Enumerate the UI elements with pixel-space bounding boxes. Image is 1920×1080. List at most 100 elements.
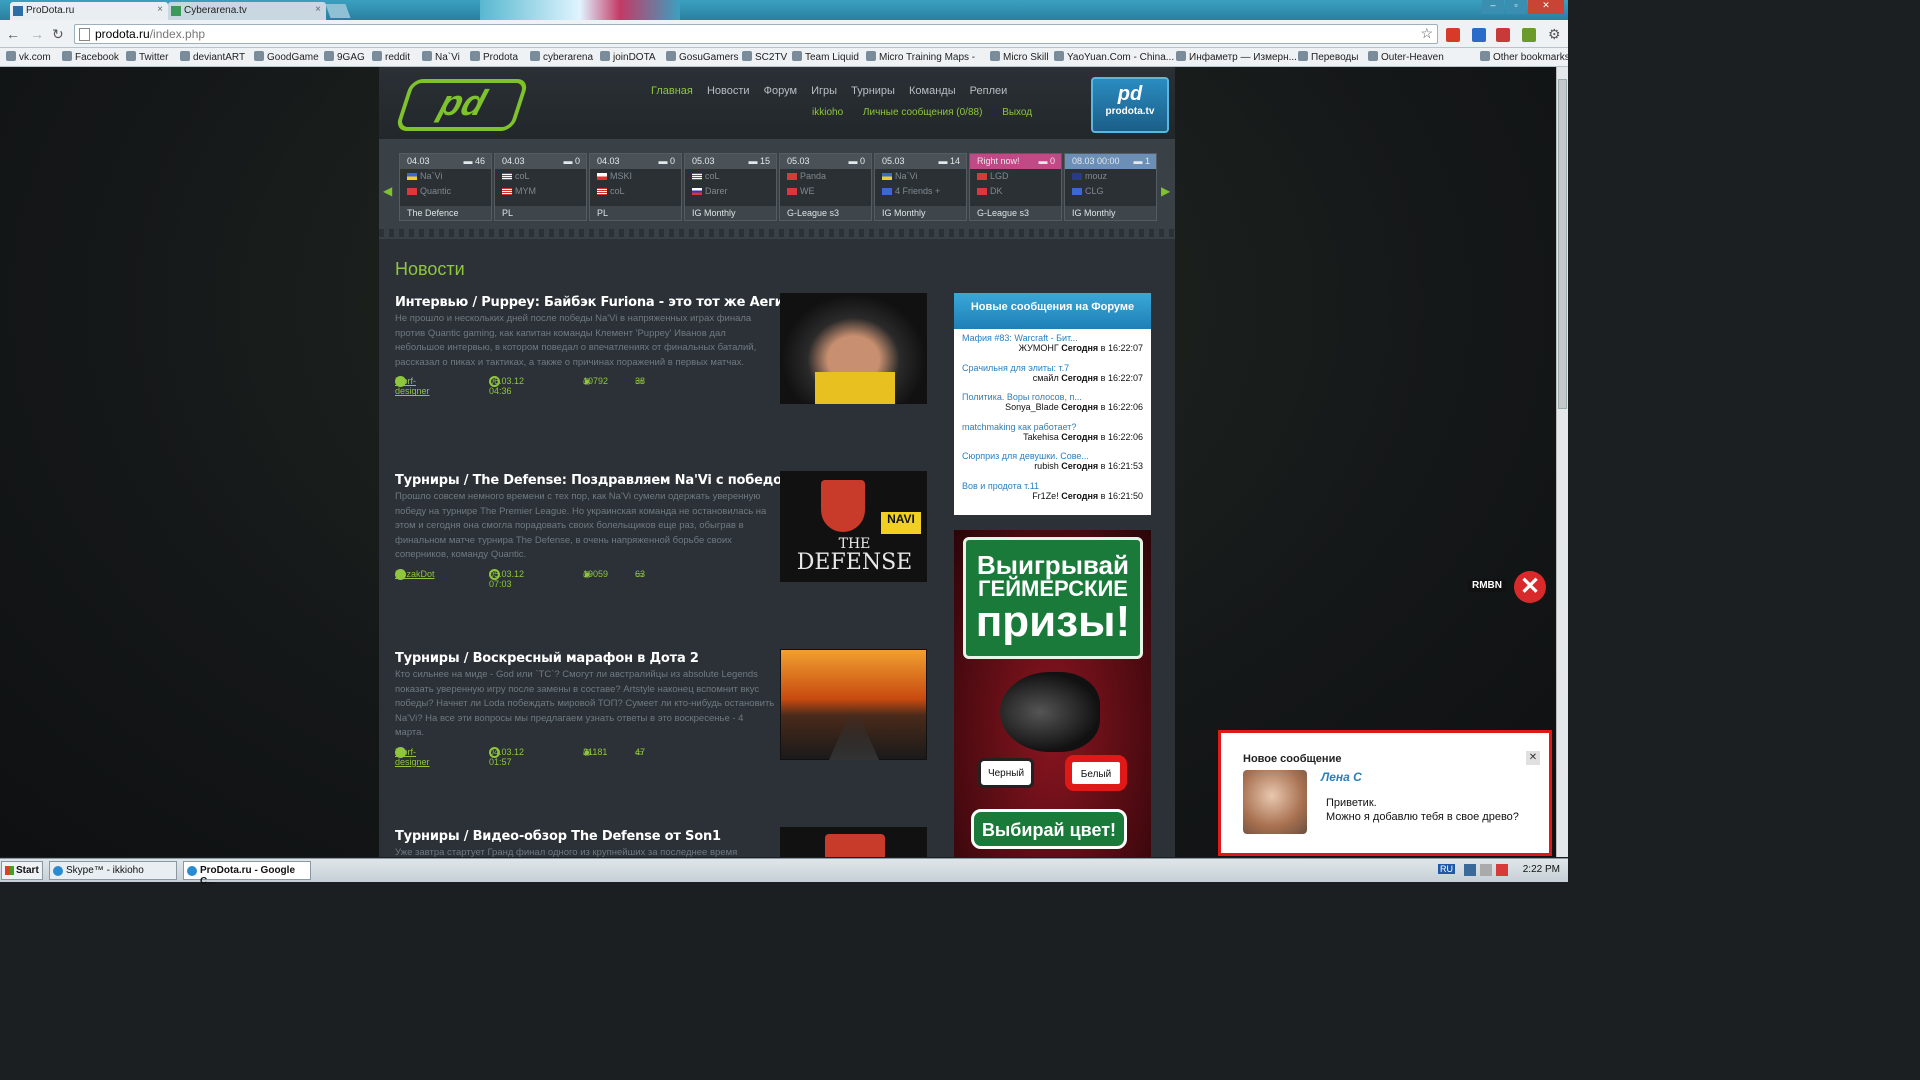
other-bookmarks[interactable]: Other bookmarks <box>1480 51 1568 63</box>
taskbar-item-chrome[interactable]: ProDota.ru - Google C... <box>183 861 311 887</box>
prodota-tv-logo[interactable]: pd prodota.tv <box>1091 77 1169 133</box>
match-header: 05.03 ▬ 14 <box>875 154 966 169</box>
match-card[interactable]: 05.03 ▬ 14 Na`Vi 4 Friends + IG Monthly <box>874 153 967 221</box>
address-bar[interactable]: prodota.ru/index.php ☆ <box>74 24 1438 44</box>
ticker-right-arrow-icon[interactable]: ▶ <box>1161 184 1170 198</box>
bookmark-item[interactable]: YaoYuan.Com - China... <box>1054 51 1174 63</box>
forward-arrow-icon[interactable]: → <box>30 26 44 42</box>
start-button[interactable]: Start <box>1 861 43 880</box>
bookmark-item[interactable]: 9GAG <box>324 51 365 63</box>
rmbn-close-icon[interactable]: ✕ <box>1514 571 1546 603</box>
article-thumbnail-video[interactable] <box>780 827 927 857</box>
tab-prodota[interactable]: ProDota.ru × <box>10 2 168 20</box>
tray-volume-icon[interactable] <box>1480 864 1492 876</box>
wrench-menu-icon[interactable]: ⚙ <box>1548 26 1561 43</box>
site-logo[interactable]: pd <box>394 79 530 131</box>
language-indicator[interactable]: RU <box>1438 864 1455 874</box>
flag-icon <box>407 188 417 195</box>
taskbar-item-skype[interactable]: Skype™ - ikkioho <box>49 861 177 880</box>
nav-forum[interactable]: Форум <box>764 85 797 97</box>
match-event: IG Monthly <box>1065 206 1156 220</box>
bookmark-item[interactable]: Инфаметр — Измерн... <box>1176 51 1297 63</box>
bookmark-item[interactable]: Team Liquid <box>792 51 859 63</box>
nav-news[interactable]: Новости <box>707 85 750 97</box>
article-thumbnail-runner[interactable] <box>780 649 927 760</box>
forum-post-row: Политика. Воры голосов, п... Sonya_Blade… <box>954 388 1151 418</box>
forum-topic-link[interactable]: Вов и продота т.11 <box>962 477 1143 491</box>
nav-home[interactable]: Главная <box>651 85 693 97</box>
reload-icon[interactable]: ↻ <box>52 26 64 43</box>
match-card[interactable]: Right now! ▬ 0 LGD DK G-League s3 <box>969 153 1062 221</box>
username-link[interactable]: ikkioho <box>812 107 843 118</box>
bookmark-item[interactable]: Micro Training Maps - <box>866 51 975 63</box>
razer-ad-banner[interactable]: Выигрывай ГЕЙМЕРСКИЕ призы! Черный Белый… <box>954 530 1151 857</box>
tray-steam-icon[interactable] <box>1464 864 1476 876</box>
match-card[interactable]: 04.03 ▬ 0 MSKI coL PL <box>589 153 682 221</box>
forum-topic-link[interactable]: matchmaking как работает? <box>962 418 1143 432</box>
match-date: 04.03 <box>502 156 525 166</box>
bookmark-item[interactable]: deviantART <box>180 51 245 63</box>
extension-green-icon[interactable] <box>1522 28 1536 42</box>
private-messages-link[interactable]: Личные сообщения (0/88) <box>863 107 982 118</box>
extension-red-icon[interactable] <box>1446 28 1460 42</box>
match-card[interactable]: 08.03 00:00 ▬ 1 mouz CLG IG Monthly <box>1064 153 1157 221</box>
forum-topic-link[interactable]: Сюрприз для девушки. Сове... <box>962 447 1143 461</box>
new-tab-button[interactable] <box>325 4 351 18</box>
forum-topic-link[interactable]: Мафия #83: Warcraft - Бит... <box>962 329 1143 343</box>
new-message-popup[interactable]: Новое сообщение ✕ Лена С Приветик. Можно… <box>1218 730 1552 856</box>
logout-link[interactable]: Выход <box>1002 107 1032 118</box>
bookmark-item[interactable]: Twitter <box>126 51 168 63</box>
nav-replays[interactable]: Реплеи <box>970 85 1008 97</box>
rmbn-widget[interactable]: RMBN ✕ <box>1468 571 1548 603</box>
bookmark-item[interactable]: Micro Skill <box>990 51 1049 63</box>
bookmark-item[interactable]: reddit <box>372 51 410 63</box>
bookmark-item[interactable]: GoodGame <box>254 51 319 63</box>
bookmark-item[interactable]: vk.com <box>6 51 51 63</box>
bookmark-item[interactable]: cyberarena <box>530 51 593 63</box>
color-option-white[interactable]: Белый <box>1068 758 1124 788</box>
back-arrow-icon[interactable]: ← <box>6 26 20 42</box>
article-comments[interactable]: 38 <box>635 376 645 386</box>
maximize-button[interactable]: ▫ <box>1505 0 1527 14</box>
page-scrollbar[interactable] <box>1556 67 1568 857</box>
tab-close-icon[interactable]: × <box>157 4 163 15</box>
article-comments[interactable]: 47 <box>635 747 645 757</box>
scrollbar-thumb[interactable] <box>1558 79 1567 409</box>
bookmark-item[interactable]: Facebook <box>62 51 119 63</box>
match-card[interactable]: 05.03 ▬ 15 coL Darer IG Monthly <box>684 153 777 221</box>
bookmark-item[interactable]: Na`Vi <box>422 51 460 63</box>
bookmark-item[interactable]: GosuGamers <box>666 51 738 63</box>
article-author[interactable]: RezakDot <box>395 569 435 579</box>
tab-cyberarena[interactable]: Cyberarena.tv × <box>168 2 326 20</box>
gmail-icon[interactable] <box>1496 28 1510 42</box>
ticker-left-arrow-icon[interactable]: ◀ <box>383 184 392 198</box>
tray-antivirus-icon[interactable] <box>1496 864 1508 876</box>
color-option-black[interactable]: Черный <box>978 758 1034 788</box>
tab-close-icon[interactable]: × <box>315 4 321 15</box>
minimize-button[interactable]: – <box>1482 0 1504 14</box>
article-author[interactable]: Morf-designer <box>395 376 430 396</box>
bookmark-item[interactable]: Prodota <box>470 51 518 63</box>
nav-games[interactable]: Игры <box>811 85 837 97</box>
bookmark-item[interactable]: SC2TV <box>742 51 787 63</box>
article-comments[interactable]: 63 <box>635 569 645 579</box>
article-author[interactable]: Morf-designer <box>395 747 430 767</box>
bookmark-item[interactable]: Outer-Heaven <box>1368 51 1444 63</box>
article-thumbnail-defense[interactable]: NAVI THE DEFENSE <box>780 471 927 582</box>
bookmark-item[interactable]: Переводы <box>1298 51 1358 63</box>
forum-topic-link[interactable]: Политика. Воры голосов, п... <box>962 388 1143 402</box>
nav-tournaments[interactable]: Турниры <box>851 85 895 97</box>
nav-teams[interactable]: Команды <box>909 85 956 97</box>
bookmark-item[interactable]: joinDOTA <box>600 51 656 63</box>
sender-name[interactable]: Лена С <box>1321 770 1362 784</box>
popup-close-icon[interactable]: ✕ <box>1526 751 1540 765</box>
close-window-button[interactable]: ✕ <box>1528 0 1564 14</box>
article-thumbnail-puppey[interactable] <box>780 293 927 404</box>
match-card[interactable]: 04.03 ▬ 0 coL MYM PL <box>494 153 587 221</box>
ad-cta-button[interactable]: Выбирай цвет! <box>971 809 1127 849</box>
bookmark-star-icon[interactable]: ☆ <box>1420 25 1433 42</box>
forum-topic-link[interactable]: Срачильня для элиты: т.7 <box>962 359 1143 373</box>
extension-blue-icon[interactable] <box>1472 28 1486 42</box>
match-card[interactable]: 05.03 ▬ 0 Panda WE G-League s3 <box>779 153 872 221</box>
match-card[interactable]: 04.03 ▬ 46 Na`Vi Quantic The Defence <box>399 153 492 221</box>
